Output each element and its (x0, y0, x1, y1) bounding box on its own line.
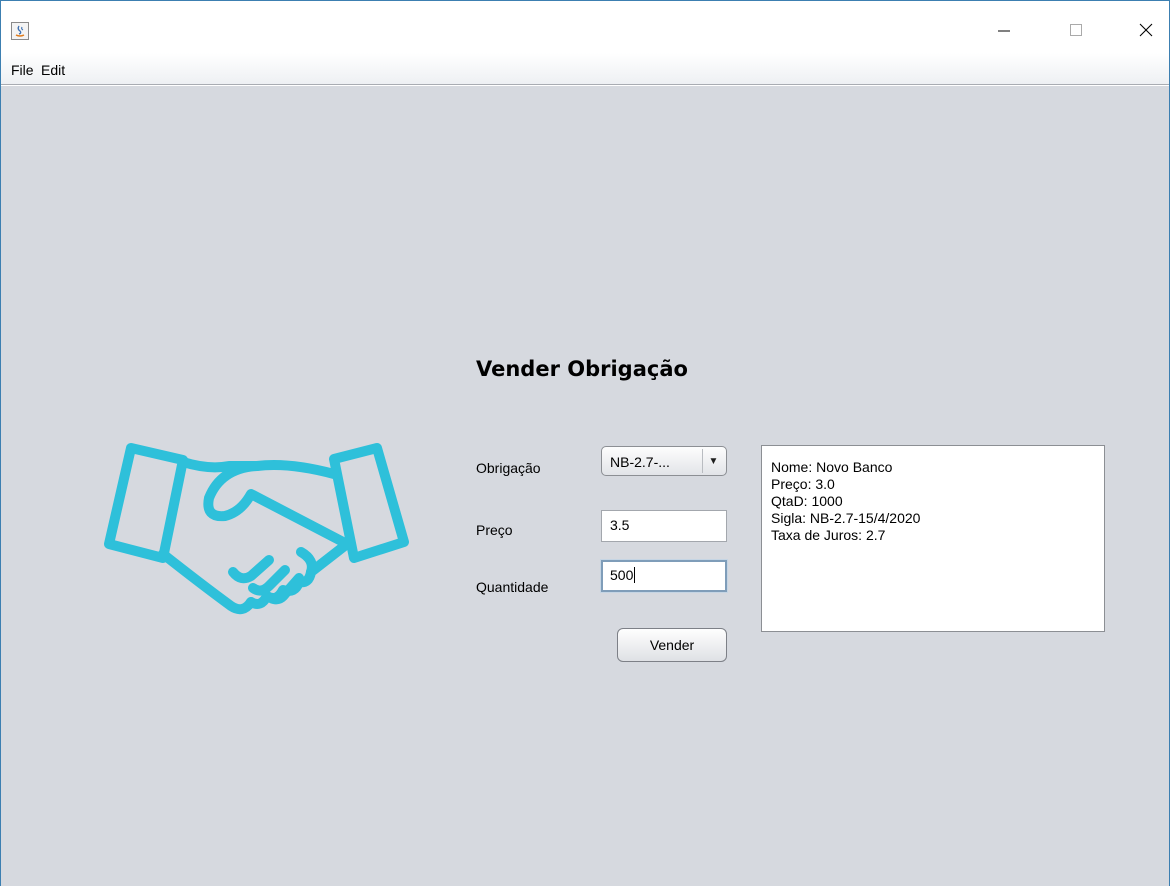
page-title: Vender Obrigação (476, 357, 688, 381)
preco-value: 3.5 (610, 517, 630, 533)
obrigacao-info-area[interactable]: Nome: Novo Banco Preço: 3.0 QtaD: 1000 S… (761, 445, 1105, 632)
menu-bar: File Edit (1, 53, 1169, 85)
title-bar[interactable] (1, 1, 1169, 53)
info-line-taxa: Taxa de Juros: 2.7 (771, 527, 886, 543)
quantidade-input[interactable]: 500 (601, 560, 727, 592)
vender-button[interactable]: Vender (617, 628, 727, 662)
content-panel: Vender Obrigação Obrigação NB-2.7-... ▼ … (1, 86, 1169, 886)
maximize-icon[interactable] (1053, 15, 1099, 45)
dropdown-arrow-icon[interactable]: ▼ (702, 449, 724, 473)
app-window: File Edit Vender Obrigação Obrigação NB-… (0, 0, 1170, 886)
obrigacao-selected-value: NB-2.7-... (610, 454, 670, 470)
quantidade-value: 500 (610, 567, 634, 583)
obrigacao-select[interactable]: NB-2.7-... ▼ (601, 446, 727, 476)
handshake-icon (104, 443, 409, 615)
java-app-icon[interactable] (11, 22, 29, 40)
preco-input[interactable]: 3.5 (601, 510, 727, 542)
info-line-preco: Preço: 3.0 (771, 476, 835, 492)
obrigacao-label: Obrigação (476, 460, 541, 476)
preco-label: Preço (476, 522, 513, 538)
text-caret (634, 567, 636, 583)
info-line-sigla: Sigla: NB-2.7-15/4/2020 (771, 510, 921, 526)
close-icon[interactable] (1123, 15, 1169, 45)
menu-file[interactable]: File (11, 62, 34, 78)
vender-button-label: Vender (649, 637, 695, 653)
minimize-icon[interactable] (981, 15, 1027, 45)
info-line-nome: Nome: Novo Banco (771, 459, 893, 475)
quantidade-label: Quantidade (476, 579, 549, 595)
menu-edit[interactable]: Edit (41, 62, 65, 78)
info-line-qtad: QtaD: 1000 (771, 493, 843, 509)
